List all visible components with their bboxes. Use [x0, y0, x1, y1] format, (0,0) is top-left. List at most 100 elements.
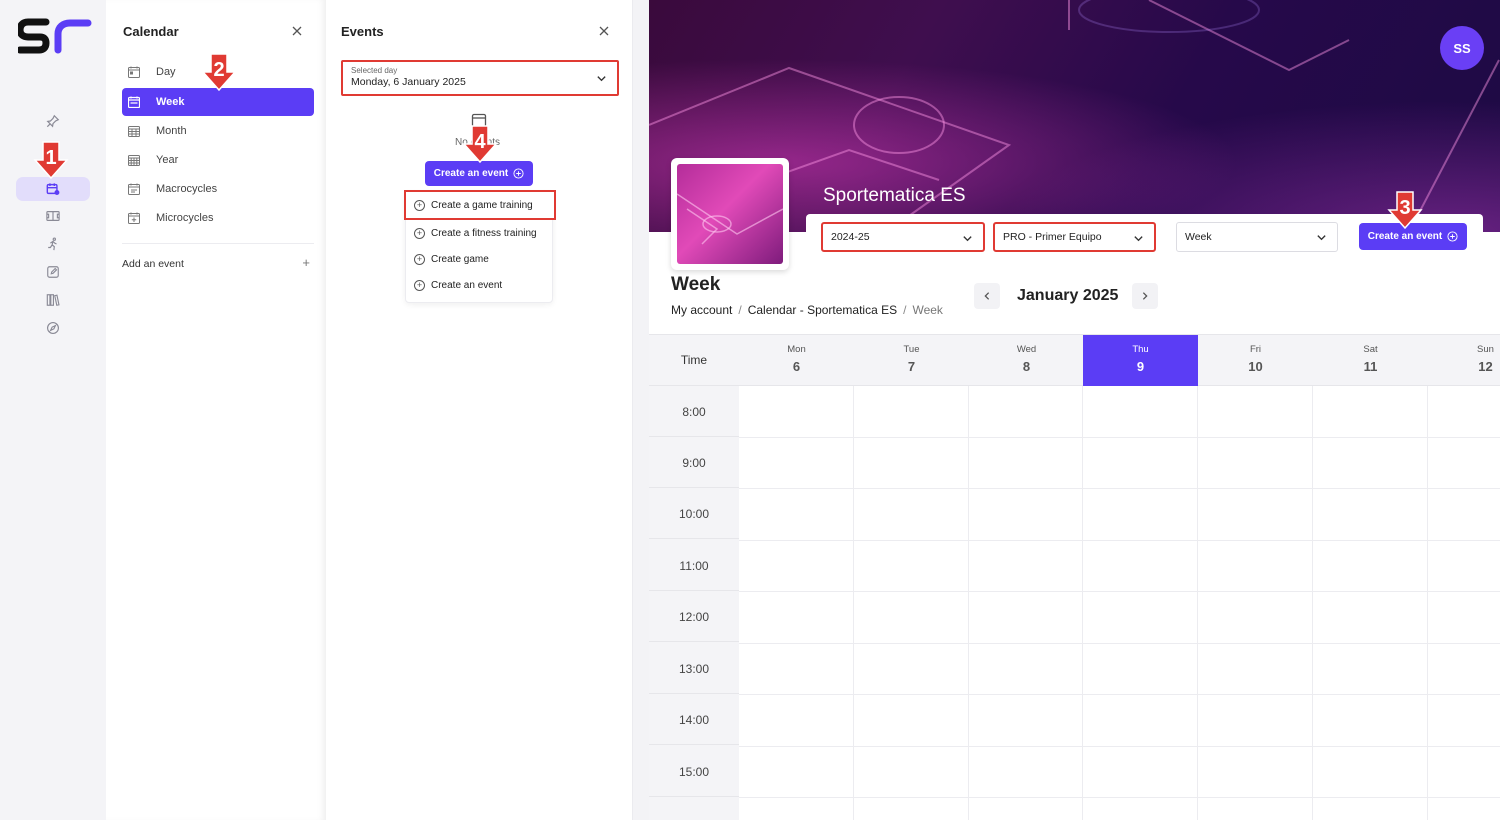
season-select[interactable]: 2024-25: [821, 222, 985, 252]
menu-item-create-game-training[interactable]: + Create a game training: [404, 190, 556, 220]
menu-item-label: Create a game training: [431, 199, 533, 211]
menu-item-create-game[interactable]: + Create game: [406, 246, 554, 272]
day-header-wed[interactable]: Wed 8: [969, 335, 1084, 386]
plus-circle-icon: [513, 168, 524, 179]
time-slot-label: 12:00: [649, 591, 739, 642]
day-date: 8: [1022, 359, 1031, 374]
calendar-item-microcycles[interactable]: Microcycles: [122, 204, 314, 232]
annotation-marker-3: 3: [1387, 190, 1423, 230]
grid-col-line: [1082, 386, 1083, 820]
calendar-panel-title: Calendar: [123, 24, 179, 39]
time-slot-label: 11:00: [649, 540, 739, 591]
compass-icon[interactable]: [16, 317, 90, 339]
chevron-left-icon: [984, 292, 990, 300]
grid-col-line: [1312, 386, 1313, 820]
calendar-item-macrocycles[interactable]: Macrocycles: [122, 175, 314, 203]
calendar-panel: Calendar Day Week Month Year Macrocycles…: [106, 0, 326, 820]
calendar-item-label: Microcycles: [156, 212, 214, 224]
chevron-down-icon: [963, 236, 972, 242]
calendar-month-icon: [128, 126, 140, 137]
breadcrumb-item-my-account[interactable]: My account: [671, 303, 732, 317]
day-header-sat[interactable]: Sat 11: [1313, 335, 1428, 386]
time-column: 8:00 9:00 10:00 11:00 12:00 13:00 14:00 …: [649, 386, 739, 820]
calendar-item-label: Year: [156, 154, 179, 166]
day-header-tue[interactable]: Tue 7: [854, 335, 969, 386]
day-date: 10: [1248, 359, 1263, 374]
calendar-icon[interactable]: [16, 177, 90, 201]
menu-item-create-fitness-training[interactable]: + Create a fitness training: [406, 220, 554, 246]
annotation-number: 2: [213, 59, 224, 81]
day-header-fri[interactable]: Fri 10: [1198, 335, 1313, 386]
plus-icon[interactable]: +: [302, 256, 310, 270]
day-header-thu[interactable]: Thu 9: [1083, 335, 1198, 386]
grid-col-line: [968, 386, 969, 820]
chevron-down-icon: [1134, 236, 1143, 242]
day-name: Sun: [1477, 344, 1494, 355]
main-area: SS Sportematica ES 2024-25 PRO - Primer …: [649, 0, 1500, 820]
add-event-row[interactable]: Add an event +: [122, 243, 314, 270]
calendar-item-label: Macrocycles: [156, 183, 218, 195]
create-event-label: Create an event: [433, 168, 509, 179]
prev-week-button[interactable]: [974, 283, 1000, 309]
create-event-button[interactable]: Create an event: [425, 161, 533, 186]
day-header-sun[interactable]: Sun 12: [1428, 335, 1500, 386]
day-name: Fri: [1249, 344, 1262, 355]
plus-circle-icon: +: [414, 279, 425, 291]
annotation-number: 1: [45, 147, 56, 169]
breadcrumb-item-calendar[interactable]: Calendar - Sportematica ES: [748, 303, 897, 317]
close-icon[interactable]: [597, 24, 611, 38]
menu-item-label: Create game: [431, 253, 489, 265]
selected-day-select[interactable]: Selected day Monday, 6 January 2025: [341, 60, 619, 96]
time-slot-label: 13:00: [649, 643, 739, 694]
calendar-item-week[interactable]: Week: [122, 88, 314, 116]
plus-circle-icon: +: [414, 199, 425, 211]
calendar-item-month[interactable]: Month: [122, 117, 314, 145]
annotation-marker-4: 4: [462, 124, 498, 164]
edit-icon[interactable]: [16, 261, 90, 283]
pin-icon[interactable]: [16, 110, 90, 132]
close-icon[interactable]: [290, 24, 304, 38]
calendar-year-icon: [128, 155, 140, 166]
breadcrumb: My account / Calendar - Sportematica ES …: [671, 303, 943, 317]
selected-day-label: Selected day: [351, 66, 398, 75]
chevron-down-icon: [1317, 235, 1326, 241]
day-date: 11: [1363, 359, 1378, 374]
breadcrumb-separator: /: [738, 303, 742, 317]
chevron-right-icon: [1142, 292, 1148, 300]
breadcrumb-separator: /: [903, 303, 907, 317]
annotation-marker-1: 1: [33, 140, 69, 180]
calendar-item-label: Day: [156, 66, 176, 78]
menu-item-label: Create a fitness training: [431, 227, 537, 239]
day-name: Sat: [1363, 344, 1378, 355]
grid-col-line: [853, 386, 854, 820]
calendar-week-icon: [128, 96, 140, 108]
day-header-mon[interactable]: Mon 6: [739, 335, 854, 386]
menu-item-label: Create an event: [431, 279, 503, 291]
grid-header: Time Mon 6 Tue 7 Wed 8 Thu 9 Fri 10 Sat …: [649, 334, 1500, 386]
day-name: Tue: [903, 344, 920, 355]
calendar-day-icon: [128, 66, 140, 78]
field-icon[interactable]: [16, 205, 90, 227]
menu-item-create-event[interactable]: + Create an event: [406, 272, 554, 298]
events-panel: Events Selected day Monday, 6 January 20…: [326, 0, 633, 820]
calendar-item-year[interactable]: Year: [122, 146, 314, 174]
time-slot-label: 14:00: [649, 694, 739, 745]
library-icon[interactable]: [16, 289, 90, 311]
team-select[interactable]: PRO - Primer Equipo: [993, 222, 1156, 252]
next-week-button[interactable]: [1132, 283, 1158, 309]
user-avatar[interactable]: SS: [1440, 26, 1484, 70]
chevron-down-icon: [597, 76, 606, 82]
month-label: January 2025: [1017, 287, 1119, 304]
app-logo[interactable]: [16, 16, 92, 65]
add-event-label: Add an event: [122, 258, 184, 270]
page-title: Week: [671, 274, 721, 295]
events-panel-title: Events: [341, 24, 384, 39]
day-name: Wed: [1016, 344, 1037, 355]
week-grid: Time Mon 6 Tue 7 Wed 8 Thu 9 Fri 10 Sat …: [649, 334, 1500, 820]
calendar-micro-icon: [128, 212, 140, 224]
annotation-number: 3: [1399, 197, 1410, 219]
view-select[interactable]: Week: [1176, 222, 1338, 252]
team-logo: [671, 158, 789, 270]
runner-icon[interactable]: [16, 233, 90, 255]
day-name: Mon: [787, 344, 806, 355]
